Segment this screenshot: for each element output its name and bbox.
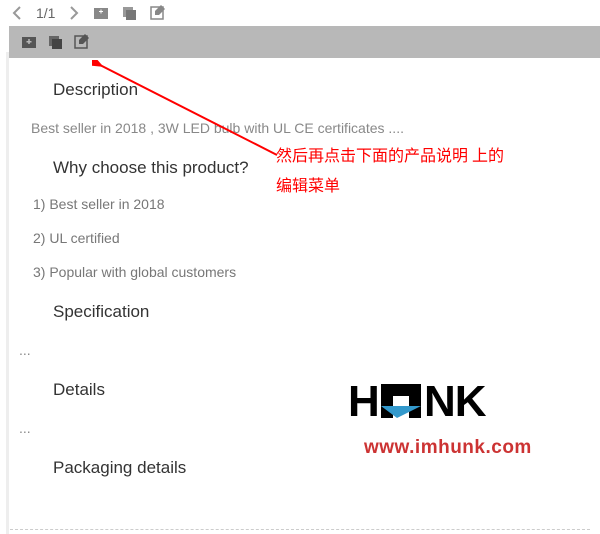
description-text: Best seller in 2018 , 3W LED bulb with U… xyxy=(31,120,590,136)
page-indicator: 1/1 xyxy=(36,5,55,21)
watermark-url: www.imhunk.com xyxy=(364,437,558,459)
packaging-title: Packaging details xyxy=(53,458,590,478)
chevron-right-icon[interactable] xyxy=(65,4,83,22)
specification-title: Specification xyxy=(53,302,590,322)
edit-icon[interactable] xyxy=(149,4,167,22)
annotation-line2: 编辑菜单 xyxy=(276,172,504,202)
copy-icon[interactable] xyxy=(47,33,65,51)
list-item: 3) Popular with global customers xyxy=(33,264,590,280)
watermark-logo: H NK www.imhunk.com xyxy=(348,376,558,459)
bottom-divider xyxy=(10,529,590,530)
edit-icon[interactable] xyxy=(73,33,91,51)
chevron-left-icon[interactable] xyxy=(8,4,26,22)
annotation-text: 然后再点击下面的产品说明 上的 编辑菜单 xyxy=(276,142,504,202)
svg-text:H: H xyxy=(348,377,379,426)
svg-text:NK: NK xyxy=(424,377,487,426)
copy-icon[interactable] xyxy=(121,4,139,22)
add-icon[interactable] xyxy=(21,33,39,51)
list-item: 2) UL certified xyxy=(33,230,590,246)
description-title: Description xyxy=(53,80,590,100)
add-icon[interactable] xyxy=(93,4,111,22)
specification-text: ... xyxy=(19,342,590,358)
annotation-line1: 然后再点击下面的产品说明 上的 xyxy=(276,142,504,172)
